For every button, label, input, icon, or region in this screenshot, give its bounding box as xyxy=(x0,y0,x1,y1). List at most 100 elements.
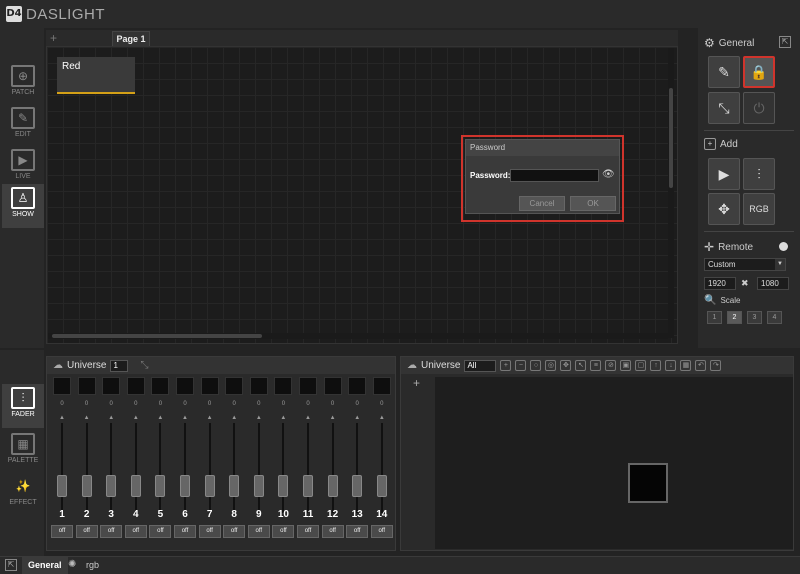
page-horizontal-scrollbar[interactable] xyxy=(48,333,668,339)
level-up-icon[interactable]: ▲ xyxy=(174,415,196,421)
channel-off-button[interactable]: off xyxy=(75,525,98,538)
fader-track[interactable] xyxy=(307,423,309,513)
fader-track[interactable] xyxy=(134,423,137,513)
tab-rgb[interactable]: rgb xyxy=(80,557,105,574)
fader-knob[interactable] xyxy=(376,475,387,497)
undo-icon[interactable]: ↶ xyxy=(695,360,707,371)
zoom-out-icon[interactable]: − xyxy=(515,360,527,371)
channel-off-button[interactable]: off xyxy=(247,525,270,538)
fader-track[interactable] xyxy=(159,423,162,513)
fader-track[interactable] xyxy=(208,423,211,513)
width-input[interactable]: 1920 xyxy=(704,277,736,290)
cancel-button[interactable]: Cancel xyxy=(519,196,565,211)
scroll-thumb[interactable] xyxy=(669,88,673,188)
lock-button[interactable]: 🔒 xyxy=(743,56,775,88)
level-up-icon[interactable]: ▲ xyxy=(297,415,319,421)
add-fader-button[interactable]: ⫶ xyxy=(743,158,775,190)
fader-knob[interactable] xyxy=(229,475,240,497)
fader-track[interactable] xyxy=(233,423,236,513)
level-up-icon[interactable]: ▲ xyxy=(51,415,73,421)
fader-knob[interactable] xyxy=(155,475,166,497)
group-icon[interactable]: ▣ xyxy=(620,360,632,371)
power-button[interactable]: ⏻ xyxy=(743,92,775,124)
scale-2-button[interactable]: 2 xyxy=(727,311,742,324)
show-password-icon[interactable]: 👁 xyxy=(602,170,616,180)
universe-canvas[interactable] xyxy=(435,377,793,549)
fader-track[interactable] xyxy=(282,423,285,513)
channel-off-button[interactable]: off xyxy=(370,525,393,538)
fader-track[interactable] xyxy=(61,423,63,513)
ok-button[interactable]: OK xyxy=(570,196,616,211)
add-rgb-button[interactable]: RGB xyxy=(743,193,775,225)
level-up-icon[interactable]: ▲ xyxy=(272,415,294,421)
fader-track[interactable] xyxy=(85,423,88,513)
fader-knob[interactable] xyxy=(253,475,264,497)
fader-track[interactable] xyxy=(110,423,113,513)
level-up-icon[interactable]: ▲ xyxy=(76,415,98,421)
fader-track[interactable] xyxy=(380,423,383,513)
channel-off-button[interactable]: off xyxy=(149,525,172,538)
reset-icon[interactable]: ⤡ xyxy=(140,360,148,371)
channel-off-button[interactable]: off xyxy=(100,525,123,538)
scale-4-button[interactable]: 4 xyxy=(767,311,782,324)
fader-track[interactable] xyxy=(331,423,334,513)
fader-knob[interactable] xyxy=(106,475,117,497)
grid-icon[interactable]: ▦ xyxy=(680,360,692,371)
fader-knob[interactable] xyxy=(352,475,363,497)
align-down-icon[interactable]: ↓ xyxy=(665,360,677,371)
align-up-icon[interactable]: ↑ xyxy=(650,360,662,371)
fader-track[interactable] xyxy=(257,423,260,513)
resolution-select[interactable]: Custom ▼ xyxy=(704,258,786,271)
channel-off-button[interactable]: off xyxy=(321,525,344,538)
frame-icon[interactable]: ▢ xyxy=(635,360,647,371)
channel-off-button[interactable]: off xyxy=(272,525,295,538)
height-input[interactable]: 1080 xyxy=(757,277,789,290)
nav-patch[interactable]: ⊕ PATCH xyxy=(4,62,42,104)
fader-knob[interactable] xyxy=(278,475,289,497)
scroll-thumb[interactable] xyxy=(52,334,262,338)
nav-live[interactable]: ▶ LIVE xyxy=(4,146,42,188)
zoom-fit-icon[interactable]: ◎ xyxy=(545,360,557,371)
fullscreen-button[interactable]: ⤡ xyxy=(708,92,740,124)
level-up-icon[interactable]: ▲ xyxy=(248,415,270,421)
move-icon[interactable]: ✥ xyxy=(560,360,572,371)
fader-knob[interactable] xyxy=(204,475,215,497)
page-vertical-scrollbar[interactable] xyxy=(668,48,674,338)
nav-effect[interactable]: ✨ EFFECT xyxy=(4,472,42,514)
zoom-reset-icon[interactable]: ○ xyxy=(530,360,542,371)
level-up-icon[interactable]: ▲ xyxy=(346,415,368,421)
level-up-icon[interactable]: ▲ xyxy=(199,415,221,421)
scene-button-red[interactable]: Red xyxy=(57,57,135,94)
add-play-button[interactable]: ▶ xyxy=(708,158,740,190)
fader-knob[interactable] xyxy=(327,475,338,497)
level-up-icon[interactable]: ▲ xyxy=(149,415,171,421)
level-up-icon[interactable]: ▲ xyxy=(322,415,344,421)
tab-general[interactable]: General xyxy=(22,557,68,574)
expand-icon[interactable]: ⇱ xyxy=(779,36,791,48)
add-position-button[interactable]: ✥ xyxy=(708,193,740,225)
fader-knob[interactable] xyxy=(303,475,313,497)
zoom-in-icon[interactable]: + xyxy=(500,360,512,371)
universe-filter-select[interactable]: All xyxy=(464,359,497,372)
channel-off-button[interactable]: off xyxy=(297,525,319,538)
fader-track[interactable] xyxy=(356,423,359,513)
nav-show[interactable]: ♙ SHOW xyxy=(2,184,44,228)
channel-off-button[interactable]: off xyxy=(346,525,369,538)
channel-off-button[interactable]: off xyxy=(223,525,246,538)
fixture-tile[interactable] xyxy=(628,463,668,503)
level-up-icon[interactable]: ▲ xyxy=(100,415,122,421)
channel-off-button[interactable]: off xyxy=(198,525,221,538)
channel-off-button[interactable]: off xyxy=(124,525,147,538)
select-icon[interactable]: ↖ xyxy=(575,360,587,371)
channel-off-button[interactable]: off xyxy=(51,525,73,538)
add-page-button[interactable]: + xyxy=(50,30,57,46)
fader-knob[interactable] xyxy=(57,475,67,497)
list-icon[interactable]: ≡ xyxy=(590,360,602,371)
level-up-icon[interactable]: ▲ xyxy=(125,415,147,421)
nav-fader[interactable]: ⫶ FADER xyxy=(2,384,44,428)
add-fixture-button[interactable]: + xyxy=(413,376,420,390)
scale-3-button[interactable]: 3 xyxy=(747,311,762,324)
scale-1-button[interactable]: 1 xyxy=(707,311,722,324)
nav-edit[interactable]: ✎ EDIT xyxy=(4,104,42,146)
nav-palette[interactable]: ▦ PALETTE xyxy=(4,430,42,472)
